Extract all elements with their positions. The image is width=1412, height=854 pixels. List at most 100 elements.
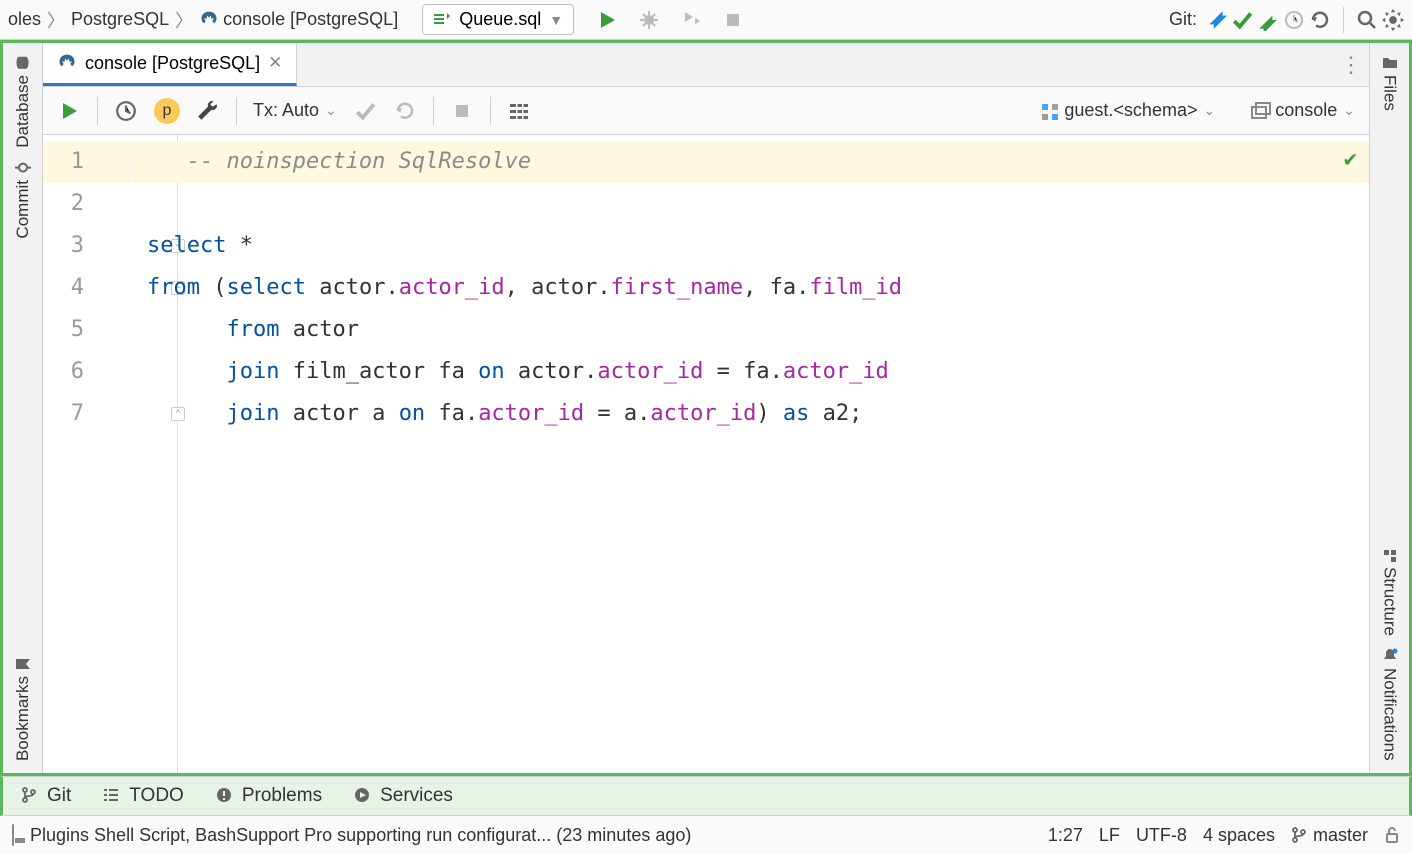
gutter-line[interactable]: 4−	[43, 267, 132, 309]
code-line[interactable]	[133, 183, 1369, 225]
toolwindow-database[interactable]: Database	[13, 51, 33, 152]
code-line[interactable]: select *	[133, 225, 1369, 267]
schema-label: guest.<schema>	[1064, 100, 1197, 121]
chevron-right-icon: 〉	[47, 7, 65, 33]
git-branch-icon	[1291, 827, 1307, 843]
gutter-line[interactable]: 2	[43, 183, 132, 225]
code-line[interactable]: -- noinspection SqlResolve	[133, 141, 1369, 183]
run-config-dropdown[interactable]: Queue.sql ▼	[422, 4, 574, 35]
problems-icon	[216, 787, 234, 805]
chevron-down-icon: ▼	[549, 12, 563, 28]
editor-area: console [PostgreSQL] ✕ ⋮ p Tx: Auto ⌄	[43, 43, 1369, 773]
git-commit-button[interactable]	[1231, 9, 1253, 31]
chevron-down-icon: ⌄	[325, 102, 337, 119]
code-editor[interactable]: 123−4−567⌃ ✔ -- noinspection SqlResolve s…	[43, 135, 1369, 773]
tool-windows-button[interactable]	[12, 825, 14, 846]
gutter: 123−4−567⌃	[43, 135, 133, 773]
run-button[interactable]	[596, 9, 618, 31]
toolwindow-todo[interactable]: TODO	[103, 785, 184, 807]
gutter-line[interactable]: 6	[43, 351, 132, 393]
editor-toolbar: p Tx: Auto ⌄	[43, 87, 1369, 135]
rollback-tx-button	[393, 99, 417, 123]
rollback-button[interactable]	[1309, 9, 1331, 31]
cancel-query-button	[450, 99, 474, 123]
bottom-toolbar: Git TODO Problems Services	[0, 776, 1412, 816]
session-dropdown[interactable]: console ⌄	[1251, 100, 1355, 121]
commit-icon	[15, 160, 31, 176]
tx-mode-dropdown[interactable]: Tx: Auto ⌄	[253, 100, 337, 121]
indent-info[interactable]: 4 spaces	[1203, 825, 1275, 846]
schema-dropdown[interactable]: guest.<schema> ⌄	[1040, 100, 1215, 121]
tool-windows-icon	[12, 824, 14, 846]
settings-button[interactable]	[1382, 9, 1404, 31]
lock-icon[interactable]	[1384, 826, 1400, 844]
toolwindow-label: Database	[13, 75, 33, 148]
toolwindow-services[interactable]: Services	[354, 785, 453, 807]
left-sidebar: Database Commit Bookmarks	[3, 43, 43, 773]
postgresql-icon	[57, 53, 77, 73]
schema-icon	[1040, 102, 1058, 120]
code-line[interactable]: join actor a on fa.actor_id = a.actor_id…	[133, 393, 1369, 435]
toolwindow-structure[interactable]: Structure	[1380, 545, 1400, 640]
toolwindow-label: TODO	[129, 785, 184, 807]
toolwindow-files[interactable]: Files	[1380, 51, 1400, 115]
stop-button	[722, 9, 744, 31]
toolwindow-label: Structure	[1380, 567, 1400, 636]
session-icon	[1251, 102, 1269, 120]
status-message[interactable]: Plugins Shell Script, BashSupport Pro su…	[30, 825, 1032, 846]
history-button[interactable]	[114, 99, 138, 123]
debug-button	[638, 9, 660, 31]
code-line[interactable]: from actor	[133, 309, 1369, 351]
git-update-button[interactable]	[1205, 9, 1227, 31]
gutter-line[interactable]: 7⌃	[43, 393, 132, 435]
run-config-label: Queue.sql	[459, 9, 541, 30]
toolwindow-notifications[interactable]: Notifications	[1380, 644, 1400, 765]
gutter-line[interactable]: 5	[43, 309, 132, 351]
breadcrumb-item-2[interactable]: console [PostgreSQL]	[199, 9, 398, 30]
code-body[interactable]: ✔ -- noinspection SqlResolveselect *from…	[133, 135, 1369, 773]
toolwindow-commit[interactable]: Commit	[13, 156, 33, 243]
execute-button[interactable]	[57, 99, 81, 123]
editor-tab[interactable]: console [PostgreSQL] ✕	[43, 43, 297, 86]
tab-bar: console [PostgreSQL] ✕ ⋮	[43, 43, 1369, 87]
breadcrumb-item-0[interactable]: oles	[8, 9, 41, 30]
search-button[interactable]	[1356, 9, 1378, 31]
wrench-button[interactable]	[196, 99, 220, 123]
encoding[interactable]: UTF-8	[1136, 825, 1187, 846]
line-separator[interactable]: LF	[1099, 825, 1120, 846]
gutter-line[interactable]: 3−	[43, 225, 132, 267]
folder-icon	[1382, 55, 1398, 71]
toolwindow-problems[interactable]: Problems	[216, 785, 322, 807]
git-label: Git:	[1169, 9, 1197, 30]
bell-icon	[1382, 648, 1398, 664]
inspections-ok-icon[interactable]: ✔	[1344, 147, 1357, 172]
toolwindow-label: Notifications	[1380, 668, 1400, 761]
gutter-line[interactable]: 1	[43, 141, 132, 183]
chevron-down-icon: ⌄	[1203, 102, 1215, 119]
breadcrumb-item-1[interactable]: PostgreSQL	[71, 9, 169, 30]
chevron-right-icon: 〉	[175, 7, 193, 33]
branch-name: master	[1313, 825, 1368, 846]
tab-menu-button[interactable]: ⋮	[1333, 43, 1369, 86]
breadcrumb-label: console [PostgreSQL]	[223, 9, 398, 30]
view-options-button[interactable]	[507, 99, 531, 123]
code-line[interactable]: from (select actor.actor_id, actor.first…	[133, 267, 1369, 309]
caret-position[interactable]: 1:27	[1048, 825, 1083, 846]
structure-icon	[1383, 549, 1397, 563]
toolwindow-label: Files	[1380, 75, 1400, 111]
p-badge[interactable]: p	[154, 98, 180, 124]
git-history-button[interactable]	[1283, 9, 1305, 31]
tx-label: Tx: Auto	[253, 100, 319, 121]
git-branch-status[interactable]: master	[1291, 825, 1368, 846]
chevron-down-icon: ⌄	[1343, 102, 1355, 119]
code-line[interactable]: join film_actor fa on actor.actor_id = f…	[133, 351, 1369, 393]
right-sidebar: Files Structure Notifications	[1369, 43, 1409, 773]
toolwindow-bookmarks[interactable]: Bookmarks	[13, 652, 33, 765]
top-actions	[596, 9, 744, 31]
status-bar: Plugins Shell Script, BashSupport Pro su…	[0, 816, 1412, 854]
toolwindow-git[interactable]: Git	[21, 785, 71, 807]
postgresql-icon	[199, 10, 219, 30]
close-icon[interactable]: ✕	[268, 53, 282, 73]
git-push-button[interactable]	[1257, 9, 1279, 31]
bookmark-icon	[15, 656, 31, 672]
